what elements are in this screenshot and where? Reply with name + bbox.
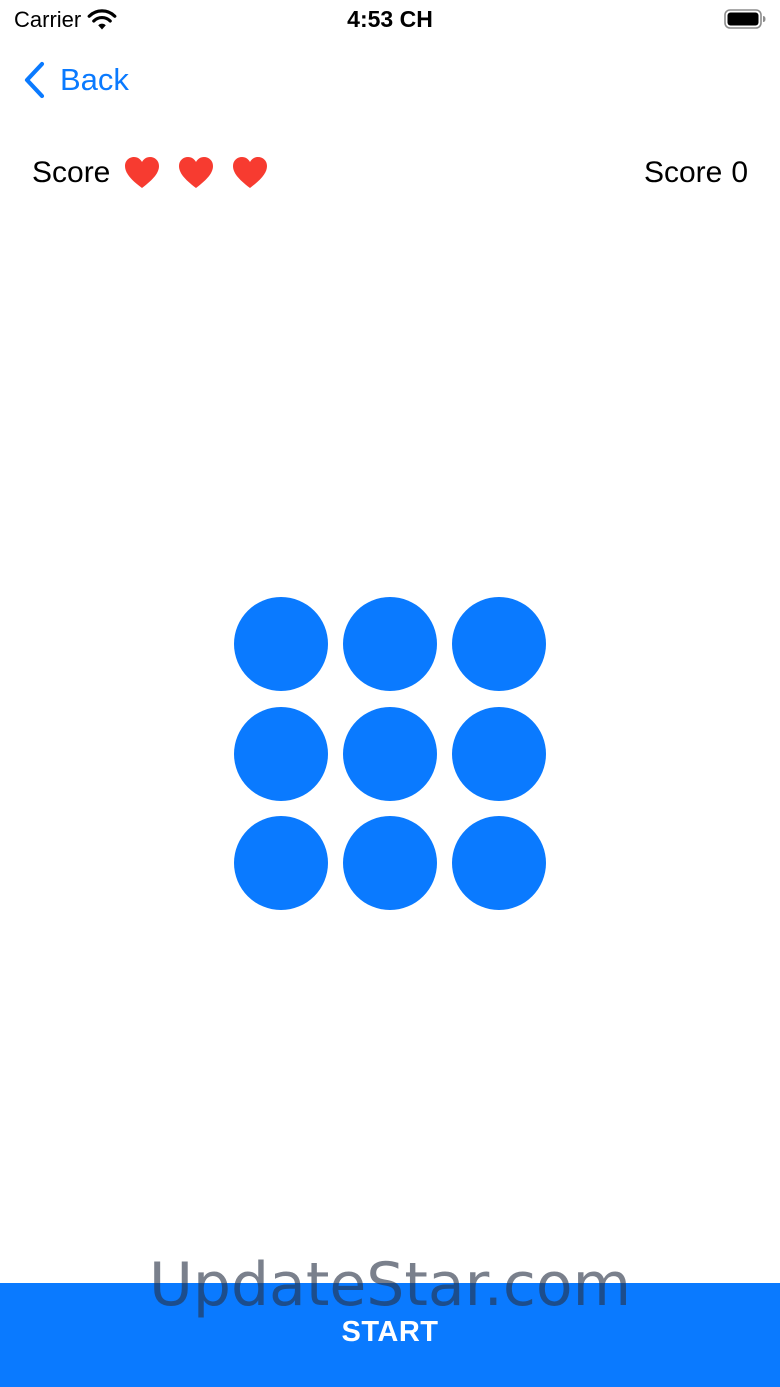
lives-label: Score <box>32 156 111 189</box>
status-bar: Carrier 4:53 CH <box>0 0 780 40</box>
back-label: Back <box>60 62 129 97</box>
status-time: 4:53 CH <box>347 6 433 32</box>
lives-display: Score <box>32 150 286 196</box>
back-button[interactable]: Back <box>22 58 129 102</box>
heart-icon <box>179 157 214 188</box>
grid-dot[interactable] <box>343 706 437 801</box>
grid-dot[interactable] <box>452 597 546 691</box>
game-screen: Carrier 4:53 CH Back Score Score 0 START… <box>0 0 780 1387</box>
grid-dot[interactable] <box>343 597 437 691</box>
start-label: START <box>341 1316 439 1348</box>
grid-dot[interactable] <box>234 597 328 691</box>
grid-dot[interactable] <box>452 706 546 801</box>
dot-grid <box>234 597 546 910</box>
start-button[interactable]: START <box>0 1283 780 1387</box>
grid-dot[interactable] <box>234 706 328 801</box>
heart-icon <box>125 157 160 188</box>
score-label: Score <box>643 156 723 189</box>
grid-dot[interactable] <box>234 816 328 910</box>
chevron-left-icon <box>24 61 45 99</box>
score-display: Score 0 <box>644 150 748 196</box>
heart-icon <box>233 157 268 188</box>
grid-dot[interactable] <box>343 816 437 910</box>
score-value: 0 <box>731 156 748 189</box>
grid-dot[interactable] <box>452 816 546 910</box>
battery-icon <box>724 9 766 29</box>
